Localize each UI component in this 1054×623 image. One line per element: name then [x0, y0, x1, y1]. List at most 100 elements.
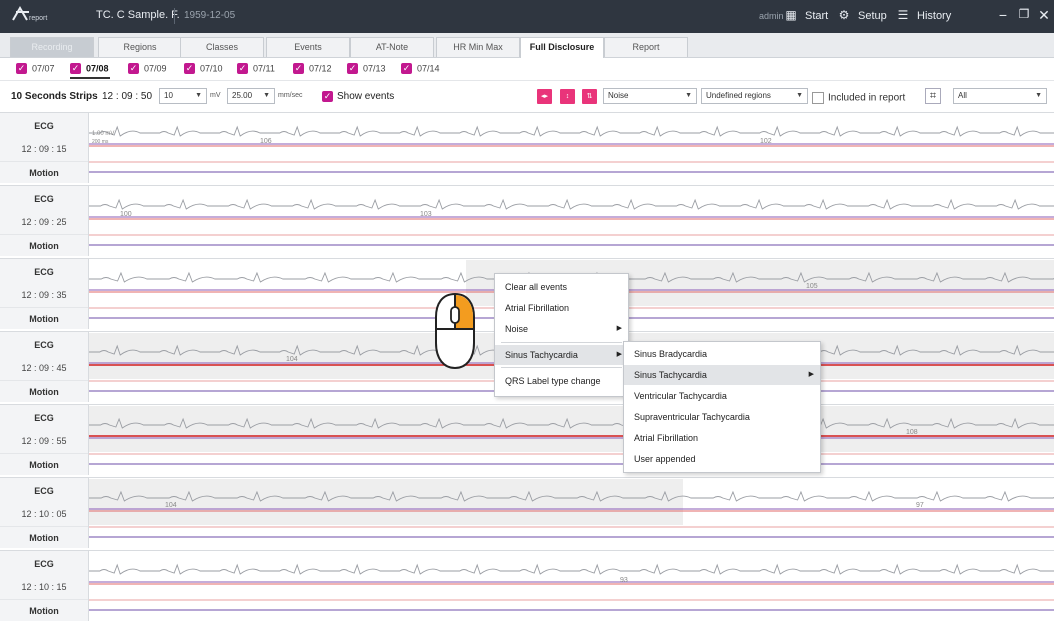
date-checkbox[interactable]: ✓ 07/14: [401, 63, 440, 77]
included-in-report-checkbox[interactable]: Included in report: [812, 92, 905, 104]
grid-icon: ▦: [785, 8, 797, 22]
strip-ecg-label: ECG: [34, 559, 54, 569]
ecg-waveform[interactable]: [89, 551, 1054, 621]
setup-button[interactable]: ⚙ Setup: [836, 8, 887, 26]
speed-unit: mm/sec: [278, 92, 303, 99]
strip-ecg-label: ECG: [34, 413, 54, 423]
strip-time: 12 : 09 : 50: [102, 91, 153, 102]
strip-ecg-label: ECG: [34, 267, 54, 277]
close-icon[interactable]: ✕: [1036, 7, 1052, 24]
strip-ecg-label: ECG: [34, 194, 54, 204]
strip-time-label: 12 : 09 : 25: [21, 217, 67, 227]
tab-report[interactable]: Report: [604, 37, 688, 57]
context-menu: Clear all events Atrial Fibrillation Noi…: [494, 273, 629, 397]
menu-separator: [501, 367, 622, 368]
submenu-item-user-appended[interactable]: User appended: [624, 449, 820, 469]
submenu-item-sinus-tachycardia[interactable]: Sinus Tachycardia ▶: [624, 365, 820, 385]
checkbox-checked-icon: ✓: [322, 91, 333, 102]
gain-select[interactable]: 10 ▼: [159, 88, 207, 104]
menu-item-atrial-fibrillation[interactable]: Atrial Fibrillation: [495, 298, 628, 318]
strip-time-label: 12 : 09 : 45: [21, 363, 67, 373]
strip-motion-label: Motion: [0, 161, 88, 184]
strip-sidebar: ECG 12 : 10 : 15 Motion: [0, 551, 89, 621]
date-checkbox[interactable]: ✓ 07/12: [293, 63, 332, 77]
tab-hr-min-max[interactable]: HR Min Max: [436, 37, 520, 57]
restore-icon[interactable]: ❐: [1016, 7, 1032, 21]
submenu-item-ventricular-tachycardia[interactable]: Ventricular Tachycardia: [624, 386, 820, 406]
ecg-waveform[interactable]: [89, 186, 1054, 256]
ecg-strip[interactable]: ECG 12 : 09 : 55 Motion 108: [0, 404, 1054, 475]
strip-ecg-label: ECG: [34, 121, 54, 131]
date-checkbox[interactable]: ✓ 07/07: [16, 63, 55, 77]
title-divider: [174, 8, 175, 24]
ecg-strip[interactable]: ECG 12 : 09 : 25 Motion 100 103: [0, 185, 1054, 256]
date-checkbox[interactable]: ✓ 07/09: [128, 63, 167, 77]
heart-rate-label: 93: [620, 577, 628, 584]
ecg-strip[interactable]: ECG 12 : 10 : 15 Motion 93: [0, 550, 1054, 621]
strip-time-label: 12 : 10 : 05: [21, 509, 67, 519]
date-checkbox[interactable]: ✓ 07/10: [184, 63, 223, 77]
scale-ms-label: 200 ms: [92, 139, 109, 145]
strip-motion-label: Motion: [0, 307, 88, 330]
show-events-checkbox[interactable]: ✓ Show events: [322, 91, 394, 102]
strip-sidebar: ECG 12 : 09 : 15 Motion: [0, 113, 89, 183]
submenu-item-supraventricular-tachycardia[interactable]: Supraventricular Tachycardia: [624, 407, 820, 427]
heart-rate-label: 106: [260, 138, 272, 145]
menu-item-clear-all-events[interactable]: Clear all events: [495, 277, 628, 297]
speed-select[interactable]: 25.00 ▼: [227, 88, 275, 104]
crop-icon[interactable]: ⌗: [925, 88, 941, 104]
ecg-trace: [89, 490, 1054, 502]
strips-label: 10 Seconds Strips: [11, 91, 98, 102]
history-button[interactable]: ☰ History: [895, 8, 952, 26]
chevron-down-icon: ▼: [796, 92, 803, 99]
date-checkbox[interactable]: ✓ 07/08: [70, 63, 109, 77]
ecg-waveform[interactable]: [89, 113, 1054, 183]
heart-rate-label: 100: [120, 211, 132, 218]
submenu-item-atrial-fibrillation[interactable]: Atrial Fibrillation: [624, 428, 820, 448]
scale-mv-label: 1.00 mV: [92, 131, 115, 137]
date-checkbox[interactable]: ✓ 07/11: [237, 63, 275, 77]
checkbox-empty-icon: [812, 92, 824, 104]
active-date-underline: [70, 77, 110, 79]
menu-item-sinus-tachycardia[interactable]: Sinus Tachycardia ▶: [495, 345, 628, 365]
event-shift-left-button[interactable]: ◂▸: [537, 89, 552, 104]
tab-recording[interactable]: Recording: [10, 37, 94, 57]
tab-events[interactable]: Events: [266, 37, 350, 57]
ecg-trace: [89, 198, 1054, 210]
strip-ecg-label: ECG: [34, 340, 54, 350]
strip-ecg-label: ECG: [34, 486, 54, 496]
patient-birthdate: 1959-12-05: [184, 10, 236, 21]
tab-full-disclosure[interactable]: Full Disclosure: [520, 37, 604, 58]
strip-motion-label: Motion: [0, 526, 88, 549]
ecg-strip[interactable]: ECG 12 : 10 : 05 Motion 104 97: [0, 477, 1054, 548]
mouse-right-click-icon: [435, 292, 475, 370]
ecg-waveform[interactable]: [89, 405, 1054, 475]
chevron-right-icon: ▶: [616, 351, 622, 358]
strip-sidebar: ECG 12 : 09 : 25 Motion: [0, 186, 89, 256]
gear-icon: ⚙: [838, 8, 850, 22]
tab-classes[interactable]: Classes: [180, 37, 264, 57]
app-logo: report: [12, 6, 52, 28]
tab-at-note[interactable]: AT-Note: [350, 37, 434, 57]
tab-regions[interactable]: Regions: [98, 37, 182, 57]
event-mark-button[interactable]: ↕: [560, 89, 575, 104]
strip-time-label: 12 : 10 : 15: [21, 582, 67, 592]
heart-rate-label: 108: [906, 429, 918, 436]
ecg-waveform[interactable]: [89, 478, 1054, 548]
submenu-item-sinus-bradycardia[interactable]: Sinus Bradycardia: [624, 344, 820, 364]
date-checkbox[interactable]: ✓ 07/13: [347, 63, 386, 77]
heart-rate-label: 102: [760, 138, 772, 145]
menu-item-noise[interactable]: Noise ▶: [495, 319, 628, 339]
heart-rate-label: 104: [286, 356, 298, 363]
menu-item-qrs-label-type-change[interactable]: QRS Label type change: [495, 371, 628, 391]
filter-select[interactable]: All ▼: [953, 88, 1047, 104]
ecg-strip[interactable]: ECG 12 : 09 : 15 Motion 1.00 mV 200 ms 1…: [0, 112, 1054, 183]
noise-select[interactable]: Noise ▼: [603, 88, 697, 104]
heart-rate-label: 105: [806, 283, 818, 290]
chevron-down-icon: ▼: [195, 92, 202, 99]
event-split-button[interactable]: ⇅: [582, 89, 597, 104]
minimize-icon[interactable]: −: [995, 7, 1011, 23]
start-button[interactable]: ▦ Start: [783, 8, 828, 26]
user-name: admin: [759, 11, 784, 21]
region-select[interactable]: Undefined regions ▼: [701, 88, 808, 104]
